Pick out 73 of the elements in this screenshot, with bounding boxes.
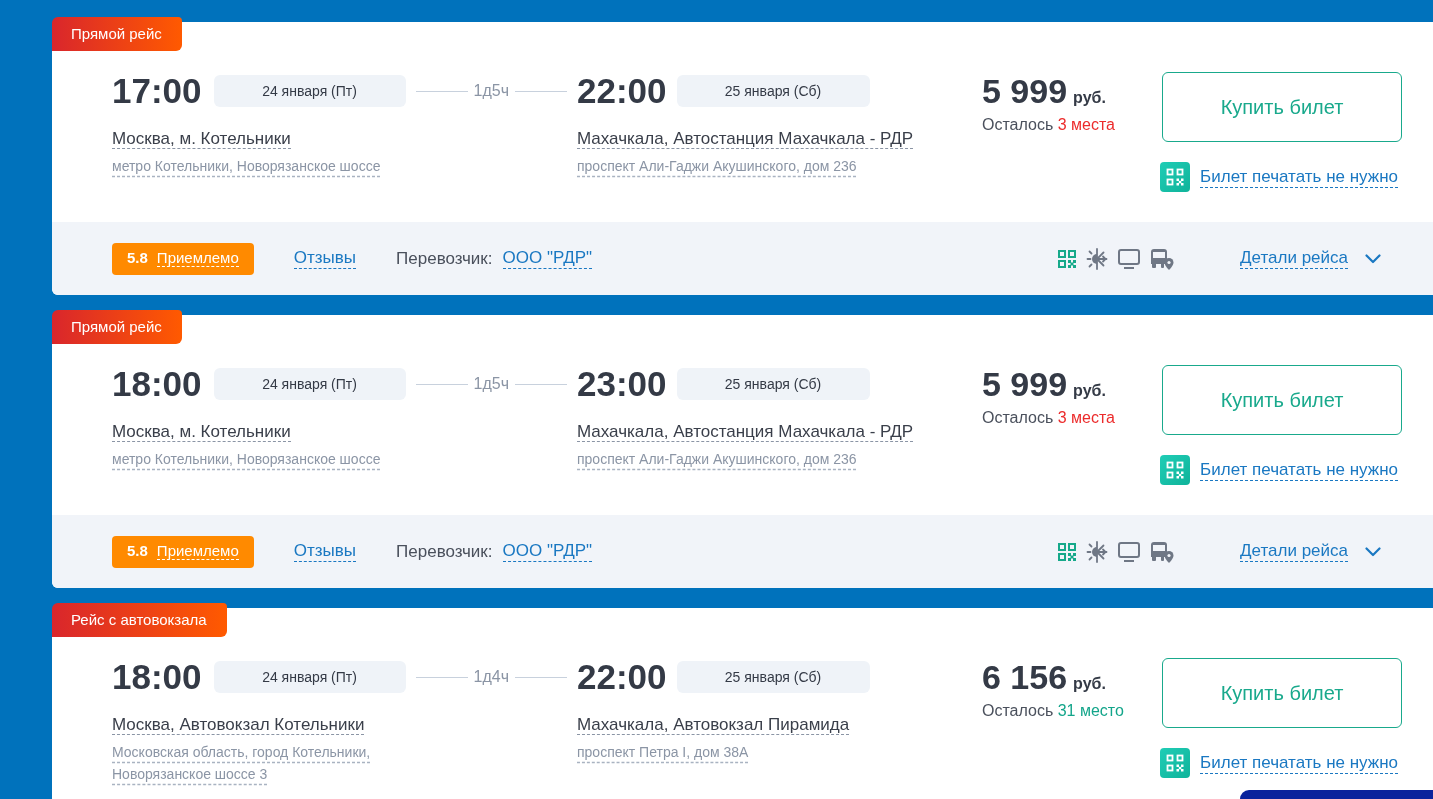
date-label: 24 января (Пт) <box>213 661 406 693</box>
address-link[interactable]: проспект Али-Гаджи Акушинского, дом 236 <box>577 155 857 177</box>
departure-time: 18:00 <box>112 657 202 697</box>
arrival-time: 23:00 <box>577 364 667 404</box>
qr-code-icon <box>1058 542 1077 561</box>
e-ticket-link[interactable]: Билет печатать не нужно <box>1200 459 1398 481</box>
sun-snowflake-icon <box>1086 247 1109 270</box>
qr-code-icon <box>1160 748 1191 778</box>
reviews-link[interactable]: Отзывы <box>293 541 357 562</box>
rating-score: 5.8 <box>127 248 148 269</box>
address-link[interactable]: метро Котельники, Новорязанское шоссе <box>112 448 381 470</box>
departure-station-link[interactable]: Москва, Автовокзал Котельники <box>112 715 365 735</box>
date-label: 25 января (Сб) <box>676 368 870 400</box>
carrier-link[interactable]: ООО "РДР" <box>502 541 592 562</box>
arrival-station-link[interactable]: Махачкала, Автовокзал Пирамида <box>577 715 850 735</box>
qr-code-icon <box>1160 455 1191 485</box>
currency-label: руб. <box>1073 381 1106 401</box>
price: 6 156 <box>982 657 1068 697</box>
monitor-icon <box>1118 541 1141 562</box>
departure-time: 17:00 <box>112 71 202 111</box>
address-link[interactable]: проспект Али-Гаджи Акушинского, дом 236 <box>577 448 857 470</box>
e-ticket-link[interactable]: Билет печатать не нужно <box>1200 752 1398 774</box>
buy-ticket-button[interactable]: Купить билет <box>1162 72 1402 142</box>
price: 5 999 <box>982 364 1068 404</box>
qr-code-icon <box>1058 249 1077 268</box>
date-label: 25 января (Сб) <box>676 661 870 693</box>
rating-label-link[interactable]: Приемлемо <box>156 250 239 267</box>
address-link[interactable]: проспект Петра I, дом 38А <box>577 741 749 763</box>
rating-score: 5.8 <box>127 541 148 562</box>
seats-left-label: Осталось <box>982 409 1054 426</box>
chevron-down-icon[interactable] <box>1365 546 1381 557</box>
trip-duration: 1д5ч <box>472 374 510 394</box>
trip-duration: 1д4ч <box>472 667 510 687</box>
date-label: 24 января (Пт) <box>213 368 406 400</box>
arrival-time: 22:00 <box>577 657 667 697</box>
trip-details-link[interactable]: Детали рейса <box>1240 248 1348 269</box>
seats-left-label: Осталось <box>982 702 1054 719</box>
route-type-badge: Прямой рейс <box>52 310 182 344</box>
address-link[interactable]: метро Котельники, Новорязанское шоссе <box>112 155 381 177</box>
seats-left-label: Осталось <box>982 116 1054 133</box>
monitor-icon <box>1118 248 1141 269</box>
arrival-station-link[interactable]: Махачкала, Автостанция Махачкала - РДР <box>577 422 914 442</box>
departure-station-link[interactable]: Москва, м. Котельники <box>112 129 291 149</box>
sun-snowflake-icon <box>1086 540 1109 563</box>
seats-count: 31 место <box>1057 702 1124 719</box>
seats-count: 3 места <box>1057 409 1115 426</box>
chevron-down-icon[interactable] <box>1365 253 1381 264</box>
reviews-link[interactable]: Отзывы <box>293 248 357 269</box>
date-label: 24 января (Пт) <box>213 75 406 107</box>
seats-count: 3 места <box>1057 116 1115 133</box>
buy-ticket-button[interactable]: Купить билет <box>1162 658 1402 728</box>
trip-duration: 1д5ч <box>472 81 510 101</box>
carrier-label: Перевозчик: <box>396 247 493 270</box>
departure-station-link[interactable]: Москва, м. Котельники <box>112 422 291 442</box>
route-type-badge: Рейс с автовокзала <box>52 603 227 637</box>
route-type-badge: Прямой рейс <box>52 17 182 51</box>
carrier-link[interactable]: ООО "РДР" <box>502 248 592 269</box>
arrival-time: 22:00 <box>577 71 667 111</box>
bus-location-icon <box>1150 247 1175 270</box>
currency-label: руб. <box>1073 88 1106 108</box>
currency-label: руб. <box>1073 674 1106 694</box>
address-link[interactable]: Московская область, город Котельники, Новорязанское шоссе 3 <box>112 741 388 785</box>
departure-time: 18:00 <box>112 364 202 404</box>
buy-ticket-button[interactable]: Купить билет <box>1162 365 1402 435</box>
price: 5 999 <box>982 71 1068 111</box>
e-ticket-link[interactable]: Билет печатать не нужно <box>1200 166 1398 188</box>
arrival-station-link[interactable]: Махачкала, Автостанция Махачкала - РДР <box>577 129 914 149</box>
bus-location-icon <box>1150 540 1175 563</box>
date-label: 25 января (Сб) <box>676 75 870 107</box>
carrier-label: Перевозчик: <box>396 540 493 563</box>
trip-details-link[interactable]: Детали рейса <box>1240 541 1348 562</box>
rating-label-link[interactable]: Приемлемо <box>156 543 239 560</box>
qr-code-icon <box>1160 162 1191 192</box>
